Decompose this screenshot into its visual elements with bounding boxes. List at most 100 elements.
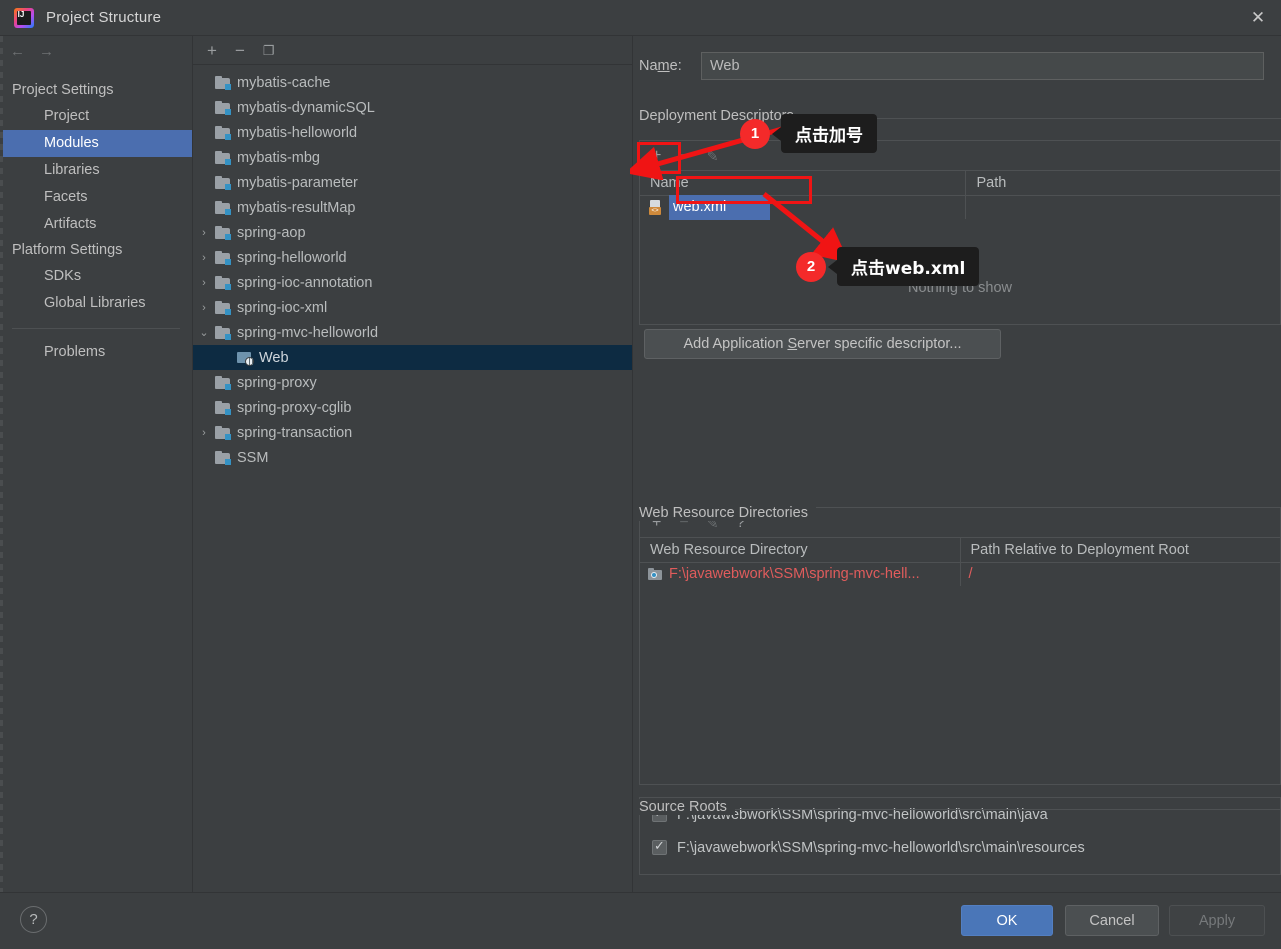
tree-row[interactable]: mybatis-parameter <box>193 170 632 195</box>
module-icon <box>215 150 231 165</box>
sidebar-item-modules[interactable]: Modules <box>0 130 192 157</box>
remove-module-icon[interactable]: − <box>235 42 245 59</box>
module-icon <box>215 275 231 290</box>
annotation-callout-1: 1 点击加号 <box>740 114 877 153</box>
tree-row[interactable]: mybatis-dynamicSQL <box>193 95 632 120</box>
sidebar-item-artifacts[interactable]: Artifacts <box>0 211 192 238</box>
back-arrow-icon[interactable]: ← <box>10 44 25 59</box>
tree-row-label: mybatis-resultMap <box>237 199 356 216</box>
tree-row[interactable]: mybatis-resultMap <box>193 195 632 220</box>
folder-icon <box>648 568 663 581</box>
tree-row[interactable]: ⌄ spring-mvc-helloworld <box>193 320 632 345</box>
tree-row-label: spring-helloworld <box>237 249 347 266</box>
tree-row-label: spring-ioc-annotation <box>237 274 373 291</box>
tree-row-label: Web <box>259 349 289 366</box>
twisty-icon[interactable]: ⌄ <box>193 326 215 339</box>
name-label-mnemonic: m <box>657 58 670 74</box>
btn-text-post: erver specific descriptor... <box>797 336 962 352</box>
source-root-item[interactable]: F:\javawebwork\SSM\spring-mvc-helloworld… <box>640 831 1280 864</box>
sidebar-item-sdks[interactable]: SDKs <box>0 263 192 290</box>
tree-row[interactable]: spring-proxy <box>193 370 632 395</box>
module-icon <box>215 225 231 240</box>
name-label-pre: Na <box>639 58 658 74</box>
tree-row[interactable]: › spring-ioc-annotation <box>193 270 632 295</box>
web-resource-path-cell[interactable]: / <box>959 563 1281 586</box>
tree-row[interactable]: › spring-ioc-xml <box>193 295 632 320</box>
close-icon[interactable]: ✕ <box>1235 0 1281 35</box>
twisty-icon[interactable]: › <box>193 302 215 314</box>
annotation-text: 点击加号 <box>781 114 877 153</box>
sidebar-item-problems[interactable]: Problems <box>0 339 192 366</box>
tree-row[interactable]: mybatis-helloworld <box>193 120 632 145</box>
tree-row[interactable]: › spring-aop <box>193 220 632 245</box>
module-icon <box>215 75 231 90</box>
web-resource-directory-value: F:\javawebwork\SSM\spring-mvc-hell... <box>669 566 920 582</box>
tree-row[interactable]: mybatis-mbg <box>193 145 632 170</box>
tree-row-label: mybatis-helloworld <box>237 124 358 141</box>
callout-notch <box>828 259 837 274</box>
module-icon <box>215 250 231 265</box>
ok-button[interactable]: OK <box>961 905 1053 936</box>
tree-row-label: spring-aop <box>237 224 306 241</box>
source-root-item[interactable]: F:\javawebwork\SSM\spring-mvc-helloworld… <box>640 798 1280 831</box>
source-root-checkbox[interactable] <box>652 838 667 855</box>
sidebar-group-platform-settings: Platform Settings <box>12 242 123 258</box>
name-label: Name: <box>639 58 701 74</box>
add-app-server-descriptor-button[interactable]: Add Application Server specific descript… <box>644 329 1001 359</box>
web-facet-icon <box>237 350 254 366</box>
tree-row-label: spring-proxy-cglib <box>237 399 352 416</box>
tree-row[interactable]: spring-proxy-cglib <box>193 395 632 420</box>
tree-row-label: mybatis-mbg <box>237 149 320 166</box>
tree-row[interactable]: mybatis-cache <box>193 70 632 95</box>
help-icon[interactable]: ? <box>20 906 47 933</box>
module-icon <box>215 125 231 140</box>
forward-arrow-icon[interactable]: → <box>39 44 54 59</box>
tree-row[interactable]: › spring-helloworld <box>193 245 632 270</box>
twisty-icon[interactable]: › <box>193 252 215 264</box>
annotation-number-badge: 1 <box>740 118 770 149</box>
section-divider <box>639 809 1281 810</box>
module-icon <box>215 425 231 440</box>
tree-row-label: mybatis-dynamicSQL <box>237 99 375 116</box>
column-header-path[interactable]: Path <box>965 170 1280 196</box>
annotation-number-badge: 2 <box>796 251 826 282</box>
apply-button[interactable]: Apply <box>1169 905 1265 936</box>
descriptor-path-cell[interactable] <box>965 196 1280 219</box>
twisty-icon[interactable]: › <box>193 227 215 239</box>
annotation-callout-2: 2 点击web.xml <box>796 247 980 286</box>
sidebar-item-project[interactable]: Project <box>0 103 192 130</box>
copy-module-icon[interactable]: ❐ <box>263 44 275 57</box>
module-icon <box>215 450 231 465</box>
window-left-edge <box>0 36 3 892</box>
module-icon <box>215 175 231 190</box>
tree-row[interactable]: SSM <box>193 445 632 470</box>
web-resource-directory-cell[interactable]: F:\javawebwork\SSM\spring-mvc-hell... <box>640 563 960 586</box>
source-roots-section-title: Source Roots <box>639 799 735 815</box>
window-titlebar: IJ Project Structure ✕ <box>0 0 1281 36</box>
name-input[interactable] <box>701 52 1264 80</box>
btn-text-mnemonic: S <box>787 336 798 352</box>
tree-row-label: spring-transaction <box>237 424 353 441</box>
sidebar-item-global-libraries[interactable]: Global Libraries <box>0 290 192 317</box>
sidebar-item-facets[interactable]: Facets <box>0 184 192 211</box>
tree-row-label: spring-mvc-helloworld <box>237 324 379 341</box>
tree-row-label: spring-proxy <box>237 374 317 391</box>
sidebar-item-libraries[interactable]: Libraries <box>0 157 192 184</box>
cancel-button[interactable]: Cancel <box>1065 905 1159 936</box>
intellij-logo-icon: IJ <box>14 7 34 28</box>
twisty-icon[interactable]: › <box>193 427 215 439</box>
tree-row-web-facet[interactable]: Web <box>193 345 632 370</box>
source-root-path: F:\javawebwork\SSM\spring-mvc-helloworld… <box>677 839 1085 856</box>
twisty-icon[interactable]: › <box>193 277 215 289</box>
module-icon <box>215 400 231 415</box>
table-row[interactable]: F:\javawebwork\SSM\spring-mvc-hell... / <box>640 563 1280 586</box>
add-module-icon[interactable]: + <box>207 42 217 59</box>
xml-file-icon: <> <box>648 200 663 215</box>
name-label-post: e: <box>669 58 682 74</box>
column-header-path-relative[interactable]: Path Relative to Deployment Root <box>959 537 1281 563</box>
callout-notch <box>772 126 781 141</box>
window-title: Project Structure <box>46 9 162 26</box>
settings-sidebar: ← → Project Settings Project Modules Lib… <box>0 36 193 892</box>
tree-row[interactable]: › spring-transaction <box>193 420 632 445</box>
column-header-web-resource-directory[interactable]: Web Resource Directory <box>640 538 960 563</box>
